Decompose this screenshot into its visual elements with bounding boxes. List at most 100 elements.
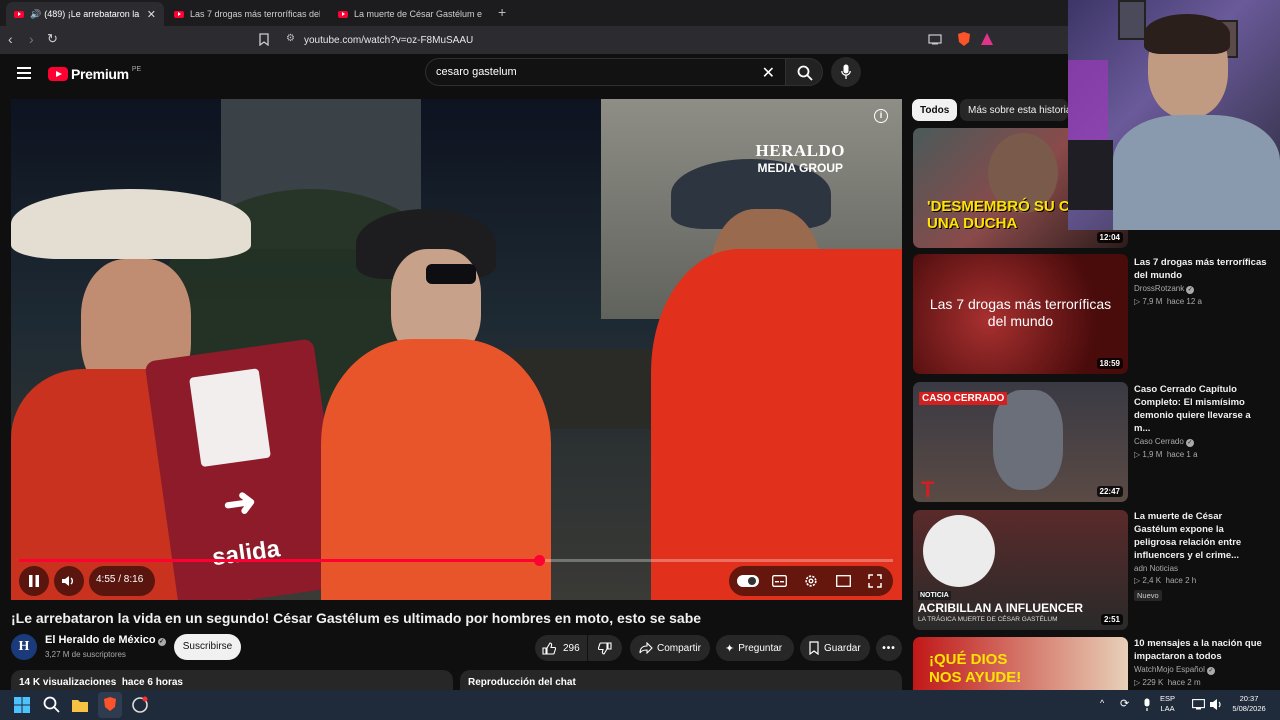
reload-icon[interactable]: ↻	[47, 31, 58, 47]
view-count: 229 K hace 2 m	[1142, 678, 1201, 687]
brave-rewards-icon[interactable]	[980, 32, 994, 46]
video-meta[interactable]: 10 mensajes a la nación que impactaron a…	[1134, 637, 1268, 687]
brave-shields-icon[interactable]	[957, 31, 971, 47]
volume-button[interactable]	[54, 566, 84, 596]
sparkle-icon: ✦	[725, 642, 735, 655]
speaker-icon: 🔊	[30, 8, 42, 19]
chip-all[interactable]: Todos	[912, 99, 958, 121]
microphone-icon[interactable]	[1142, 698, 1152, 712]
address-bar[interactable]: ⚙ youtube.com/watch?v=oz-F8MuSAAU	[280, 29, 1000, 51]
share-button[interactable]: Compartir	[630, 635, 710, 661]
red-jacket-image	[651, 249, 902, 600]
wall-poster-image	[1118, 0, 1146, 40]
microphone-icon	[841, 64, 851, 79]
channel-avatar[interactable]: H	[11, 634, 37, 660]
video-title: 10 mensajes a la nación que impactaron a…	[1134, 638, 1262, 662]
subtitles-icon[interactable]	[772, 575, 787, 587]
country-code: PE	[131, 65, 142, 73]
back-icon[interactable]: ‹	[8, 31, 13, 47]
more-actions-button[interactable]: •••	[876, 635, 902, 661]
youtube-play-icon	[48, 67, 68, 81]
thumbs-down-icon	[598, 641, 612, 655]
chair-image	[1068, 140, 1113, 210]
voice-search-button[interactable]	[831, 57, 861, 87]
video-thumbnail[interactable]: Las 7 drogas más terroríficas del mundo …	[913, 254, 1128, 374]
video-thumbnail[interactable]: ¡QUÉ DIOS NOS AYUDE!	[913, 637, 1128, 690]
channel-name: WatchMojo Español	[1134, 665, 1205, 674]
channel-name: adn Noticias	[1134, 564, 1179, 573]
channel-name[interactable]: El Heraldo de México ✓	[45, 634, 166, 646]
menu-icon[interactable]	[17, 67, 31, 79]
chat-replay-label: Reproducción del chat	[468, 677, 576, 688]
subscribe-button[interactable]: Suscribirse	[174, 634, 241, 660]
progress-bar[interactable]	[19, 555, 893, 566]
video-title: La muerte de César Gastélum expone la pe…	[1134, 511, 1242, 561]
dislike-button[interactable]	[588, 635, 622, 661]
search-icon[interactable]	[42, 695, 62, 715]
scrubber-handle[interactable]	[534, 555, 546, 566]
new-tab-icon[interactable]: +	[498, 4, 506, 20]
windows-start-icon[interactable]	[12, 695, 32, 715]
search-input[interactable]: cesaro gastelum ✕	[425, 58, 785, 86]
thumbnail-text: CASO CERRADO	[919, 392, 1008, 405]
bookmark-icon[interactable]	[259, 33, 269, 46]
video-meta[interactable]: Las 7 drogas más terroríficas del mundo …	[1134, 256, 1268, 306]
video-player[interactable]: ➜ salida HERALDO MEDIA GROUP i 4:55 / 8:…	[11, 99, 902, 600]
verified-icon: ✓	[1206, 667, 1215, 675]
youtube-favicon-icon	[14, 10, 24, 18]
clear-search-icon[interactable]: ✕	[762, 63, 775, 83]
time-text: 4:55 / 8:16	[96, 574, 144, 585]
save-button[interactable]: Guardar	[800, 635, 870, 661]
youtube-logo[interactable]: Premium PE	[48, 66, 141, 82]
chevron-up-icon[interactable]: ^	[1100, 698, 1104, 708]
save-label: Guardar	[824, 642, 861, 654]
progress-fill	[19, 559, 540, 562]
ask-label: Preguntar	[738, 642, 783, 654]
tab-close-icon[interactable]: ✕	[147, 8, 156, 21]
pause-button[interactable]	[19, 566, 49, 596]
info-icon[interactable]: i	[874, 109, 888, 123]
sync-icon[interactable]: ⟳	[1120, 697, 1129, 710]
forward-icon[interactable]: ›	[29, 31, 34, 47]
fullscreen-icon[interactable]	[868, 574, 882, 588]
view-count: 2,4 K hace 2 h	[1142, 576, 1197, 585]
video-thumbnail[interactable]: NOTICIA ACRIBILLAN A INFLUENCER LA TRÁGI…	[913, 510, 1128, 630]
theater-mode-icon[interactable]	[836, 575, 851, 587]
settings-gear-icon[interactable]	[804, 574, 818, 588]
like-button[interactable]: 296	[535, 635, 587, 661]
hair-image	[1144, 14, 1230, 54]
language-code: ESP	[1160, 694, 1176, 703]
cast-icon[interactable]	[928, 34, 942, 45]
search-icon	[797, 65, 813, 81]
pause-icon	[29, 575, 39, 587]
thumbnail-tag: NOTICIA	[918, 591, 951, 600]
language-indicator[interactable]: ESP LAA	[1160, 694, 1175, 714]
file-explorer-icon[interactable]	[70, 695, 90, 715]
tab-title: Las 7 drogas más terroríficas del mu	[190, 9, 320, 19]
chip-more-story[interactable]: Más sobre esta historia	[960, 99, 1068, 121]
app-icon[interactable]	[130, 695, 150, 715]
brave-browser-icon[interactable]	[98, 692, 122, 718]
browser-tab[interactable]: Las 7 drogas más terroríficas del mu	[166, 2, 328, 26]
speaker-icon[interactable]	[1209, 698, 1223, 711]
video-thumbnail[interactable]: CASO CERRADO T 22:47	[913, 382, 1128, 502]
new-badge: Nuevo	[1134, 590, 1162, 601]
white-hat-image	[11, 189, 251, 259]
webcam-overlay	[1068, 0, 1280, 230]
ask-button[interactable]: ✦ Preguntar	[716, 635, 794, 661]
video-title: ¡Le arrebataron la vida en un segundo! C…	[11, 610, 702, 626]
autoplay-toggle[interactable]	[737, 575, 759, 587]
channel-name: DrossRotzank	[1134, 284, 1185, 293]
duration: 12:04	[1096, 232, 1123, 243]
network-icon[interactable]	[1192, 699, 1205, 710]
video-meta[interactable]: La muerte de César Gastélum expone la pe…	[1134, 510, 1268, 603]
telemundo-logo-icon: T	[921, 477, 935, 502]
site-info-icon[interactable]: ⚙	[286, 33, 295, 44]
youtube-favicon-icon	[338, 10, 348, 18]
browser-tab-active[interactable]: 🔊 (489) ¡Le arrebataron la vida e ✕	[6, 2, 164, 26]
logo-text: Premium	[71, 66, 129, 82]
search-button[interactable]	[785, 58, 823, 86]
video-meta[interactable]: Caso Cerrado Capítulo Completo: El mismí…	[1134, 383, 1268, 459]
browser-tab[interactable]: La muerte de César Gastélum expone	[330, 2, 490, 26]
clock[interactable]: 20:37 5/08/2026	[1226, 694, 1272, 714]
